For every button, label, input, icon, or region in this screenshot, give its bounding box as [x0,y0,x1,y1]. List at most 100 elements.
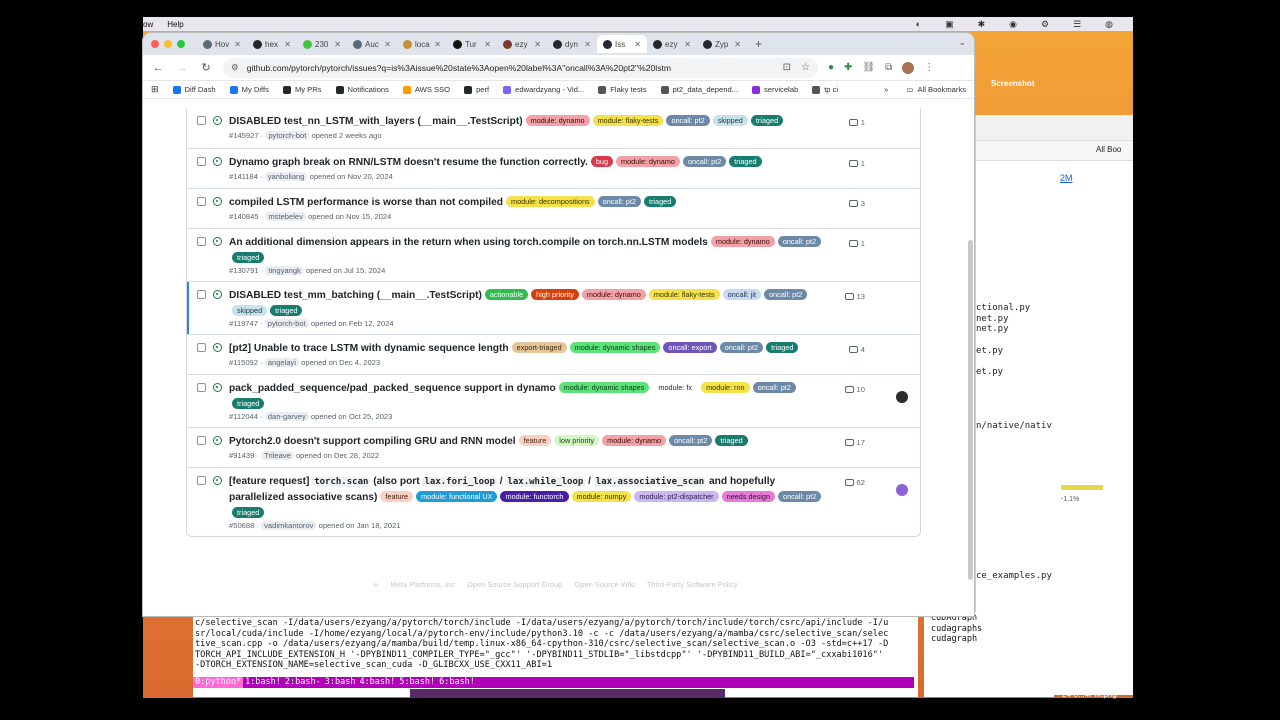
issue-title-link[interactable]: An additional dimension appears in the r… [229,237,708,248]
tmux-window-tab[interactable]: 1:bash! [243,677,283,688]
bookmark-item[interactable]: edwardzyang - Vid... [503,85,584,94]
all-bookmarks-folder[interactable]: ▭ All Bookmarks [906,85,966,94]
issue-label[interactable]: oncall: pt2 [778,491,822,502]
browser-tab[interactable]: hex ✕ [247,35,297,53]
issue-comments-link[interactable]: 17 [844,438,865,447]
issue-label[interactable]: oncall: pt2 [752,382,796,393]
bookmark-item[interactable]: My Diffs [229,85,269,94]
profile-avatar[interactable] [902,61,915,74]
issue-comments-link[interactable]: 1 [848,239,865,248]
issue-label[interactable]: module: decompositions [505,196,595,207]
extensions-puzzle-icon[interactable]: ⧉ [885,62,892,73]
close-tab-icon[interactable]: ✕ [434,40,441,49]
issue-label[interactable]: feature [380,491,414,502]
bookmark-item[interactable]: Diff Dash [172,85,216,94]
issue-select-checkbox[interactable] [197,383,206,392]
issue-author-link[interactable]: angelayi [264,358,300,367]
page-scrollbar-thumb[interactable] [968,240,973,580]
bookmark-star-icon[interactable]: ☆ [801,62,810,73]
close-window-button[interactable] [151,40,159,48]
issue-title-link[interactable]: Pytorch2.0 doesn't support compiling GRU… [229,436,516,447]
close-tab-icon[interactable]: ✕ [684,40,691,49]
tmux-window-tab[interactable]: 5:bash! [397,677,437,688]
chevron-right-icon[interactable]: » [884,85,888,94]
browser-tab[interactable]: Tur ✕ [447,35,497,53]
tmux-window-tab[interactable]: 2:bash- [283,677,323,688]
close-tab-icon[interactable]: ✕ [584,40,591,49]
address-bar[interactable]: ⚙ github.com/pytorch/pytorch/issues?q=is… [223,57,818,78]
issue-label[interactable]: oncall: pt2 [719,342,764,353]
issue-label[interactable]: actionable [484,289,529,300]
issue-author-link[interactable]: pytorch-bot [265,131,310,140]
issue-label[interactable]: module: flaky-tests [648,289,720,300]
issue-label[interactable]: needs design [721,491,776,502]
footer-link[interactable]: Open Source Support Group [467,580,562,589]
issue-title-link[interactable]: compiled LSTM performance is worse than … [229,197,503,208]
bookmark-item[interactable]: servicelab [752,85,798,94]
browser-tab[interactable]: dyn ✕ [547,35,597,53]
issue-label[interactable]: module: pt2-dispatcher [634,491,719,502]
issue-label[interactable]: module: dynamic shapes [558,382,650,393]
issue-label[interactable]: module: functorch [500,491,569,502]
issue-label[interactable]: triaged [232,507,265,518]
issue-author-link[interactable]: vadimkantorov [261,521,317,530]
issue-select-checkbox[interactable] [197,116,206,125]
browser-tab[interactable]: ezy ✕ [647,35,697,53]
url-text[interactable]: github.com/pytorch/pytorch/issues?q=is%3… [247,63,671,73]
close-tab-icon[interactable]: ✕ [484,40,491,49]
install-icon[interactable]: ⊡ [783,62,791,73]
site-info-icon[interactable]: ⚙ [231,62,239,73]
issue-label[interactable]: skipped [232,305,268,316]
assignee-avatar[interactable] [896,484,908,496]
issue-label[interactable]: oncall: pt2 [669,435,713,446]
desktop-file-label[interactable]: Screenshot [1062,681,1106,690]
issue-comments-link[interactable]: 10 [844,385,865,394]
issue-comments-link[interactable]: 3 [848,199,865,208]
close-tab-icon[interactable]: ✕ [384,40,391,49]
issue-label[interactable]: low priority [554,435,600,446]
issue-label[interactable]: module: fx [652,381,699,394]
issue-comments-link[interactable]: 13 [844,292,865,301]
issue-label[interactable]: module: flaky-tests [592,115,664,126]
issue-label[interactable]: module: dynamo [581,289,646,300]
tab-search-icon[interactable]: ⌄ [958,37,966,48]
bookmark-item[interactable]: tp ci [812,85,838,94]
tray-icon[interactable]: ▣ [945,19,954,30]
issue-author-link[interactable]: pytorch-bot [264,319,309,328]
tmux-window-tab[interactable]: 0:python* [193,677,244,688]
issue-label[interactable]: module: dynamic shapes [569,342,661,353]
issue-label[interactable]: feature [518,435,552,446]
bookmark-item[interactable]: pt2_data_depend... [660,85,738,94]
issue-label[interactable]: triaged [766,342,799,353]
issue-label[interactable]: oncall: pt2 [683,156,727,167]
issue-label[interactable]: triaged [270,305,303,316]
close-tab-icon[interactable]: ✕ [634,40,641,49]
issue-comments-link[interactable]: 1 [848,159,865,168]
tray-icon[interactable]: ☰ [1073,19,1081,30]
issue-label[interactable]: module: dynamo [710,236,775,247]
issue-title-link[interactable]: DISABLED test_mm_batching (__main__.Test… [229,290,482,301]
issue-author-link[interactable]: yanboliang [264,172,308,181]
issue-select-checkbox[interactable] [197,436,206,445]
issue-label[interactable]: triaged [643,196,677,207]
tray-icon[interactable]: ◍ [1105,19,1113,30]
extension-icon[interactable]: ● [828,62,834,73]
apps-grid-icon[interactable]: ⊞ [151,84,159,95]
minimize-window-button[interactable] [164,40,172,48]
browser-tab[interactable]: Zyp ✕ [697,35,747,53]
issue-label[interactable]: oncall: pt2 [597,196,641,207]
browser-tab[interactable]: Auc ✕ [347,35,397,53]
browser-tab[interactable]: loca ✕ [397,35,447,53]
issue-comments-link[interactable]: 4 [848,345,865,354]
menu-kebab-icon[interactable]: ⋮ [924,62,934,73]
issue-author-link[interactable]: dan-garvey [264,412,309,421]
close-tab-icon[interactable]: ✕ [534,40,541,49]
issue-select-checkbox[interactable] [197,157,206,166]
browser-tab[interactable]: ezy ✕ [497,35,547,53]
bookmark-item[interactable]: Flaky tests [598,85,647,94]
browser-tab[interactable]: Iss ✕ [597,35,647,53]
tmux-window-tab[interactable]: 4:bash! [357,677,397,688]
close-tab-icon[interactable]: ✕ [284,40,291,49]
bookmark-item[interactable]: perf [464,85,489,94]
menu-item[interactable]: ow [143,20,153,29]
